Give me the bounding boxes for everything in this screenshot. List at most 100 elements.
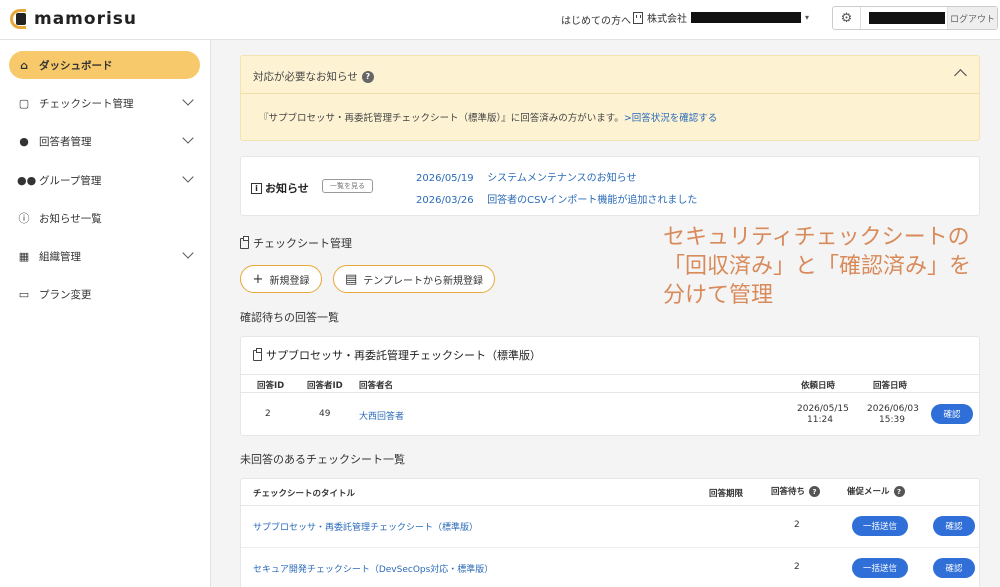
column-header: 回答期限 xyxy=(709,489,744,499)
info-icon: ⓘ xyxy=(18,212,30,225)
view-all-button[interactable]: 一覧を見る xyxy=(322,179,373,193)
app-logo[interactable]: mamorisu xyxy=(8,6,137,32)
sidebar-item-label: お知らせ一覧 xyxy=(39,212,102,225)
sidebar-item-groups[interactable]: ●● グループ管理 xyxy=(9,166,200,194)
sidebar-item-dashboard[interactable]: ⌂ ダッシュボード xyxy=(9,51,200,79)
sidebar-item-news[interactable]: ⓘ お知らせ一覧 xyxy=(9,204,200,232)
news-card: i お知らせ 一覧を見る 2026/05/19 システムメンテナンスのお知らせ … xyxy=(240,156,980,216)
sidebar-item-checksheet[interactable]: ▢ チェックシート管理 xyxy=(9,89,200,117)
news-date: 2026/03/26 xyxy=(416,195,474,206)
waiting-count: 2 xyxy=(794,562,800,572)
chevron-up-icon[interactable] xyxy=(954,69,967,82)
table-row: セキュア開発チェックシート（DevSecOps対応・標準版） 2 一括送信 確認 xyxy=(241,548,979,587)
overlay-line: セキュリティチェックシートの xyxy=(663,225,970,250)
top-bar: mamorisu はじめての方へ 株式会社 ▾ ⚙ ログアウト xyxy=(0,0,1000,40)
confirm-card: サプブロセッサ・再委託管理チェックシート（標準版） 回答ID 回答者ID 回答者… xyxy=(240,336,980,436)
sidebar: ⌂ ダッシュボード ▢ チェックシート管理 ● 回答者管理 ●● グループ管理 … xyxy=(0,40,211,587)
chevron-down-icon xyxy=(182,132,194,144)
bulk-send-button[interactable]: 一括送信 xyxy=(852,516,908,536)
overlay-caption: セキュリティチェックシートの 「回収済み」と「確認済み」を 分けて管理 xyxy=(663,223,998,310)
column-header-reminder: 催促メール? xyxy=(847,485,905,497)
column-header-waiting: 回答待ち? xyxy=(771,485,821,497)
confirm-button[interactable]: 確認 xyxy=(931,404,973,424)
plus-icon: + xyxy=(252,271,264,287)
user-box: ⚙ ログアウト xyxy=(832,6,998,30)
overlay-line: 分けて管理 xyxy=(663,283,774,308)
overlay-line: 「回収済み」と「確認済み」を xyxy=(663,254,972,279)
sidebar-item-label: ダッシュボード xyxy=(39,59,113,72)
confirm-button[interactable]: 確認 xyxy=(933,516,975,536)
checksheet-title-link[interactable]: サプブロセッサ・再委託管理チェックシート（標準版） xyxy=(253,520,478,533)
respondent-id: 49 xyxy=(319,409,331,419)
chevron-down-icon xyxy=(182,171,194,183)
logo-mark-icon xyxy=(8,7,30,31)
template-button-label: テンプレートから新規登録 xyxy=(363,275,483,287)
confirm-list-title: 確認待ちの回答一覧 xyxy=(240,311,339,324)
help-icon[interactable]: ? xyxy=(809,486,821,497)
help-icon[interactable]: ? xyxy=(893,486,905,497)
column-header: 回答日時 xyxy=(873,381,908,391)
required-notice: 対応が必要なお知らせ ? 『サプブロセッサ・再委託管理チェックシート（標準版）』… xyxy=(240,55,980,141)
news-title-text: お知らせ xyxy=(265,182,309,195)
template-icon: ▤ xyxy=(345,271,358,287)
notice-link[interactable]: >回答状況を確認する xyxy=(624,113,717,124)
news-date: 2026/05/19 xyxy=(416,173,474,184)
table-header: チェックシートのタイトル 回答期限 回答待ち? 催促メール? xyxy=(241,479,979,506)
column-header: 催促メール xyxy=(847,487,890,497)
sidebar-item-respondents[interactable]: ● 回答者管理 xyxy=(9,127,200,155)
checksheet-title-link[interactable]: セキュア開発チェックシート（DevSecOps対応・標準版） xyxy=(253,562,493,575)
notice-body: 『サプブロセッサ・再委託管理チェックシート（標準版）』に回答済みの方がいます。>… xyxy=(259,110,717,124)
section-title-text: チェックシート管理 xyxy=(253,237,352,250)
redacted-user-name xyxy=(869,12,945,24)
sidebar-item-plan[interactable]: ▭ プラン変更 xyxy=(9,280,200,308)
company-selector[interactable]: 株式会社 ▾ xyxy=(633,10,809,25)
chevron-down-icon xyxy=(182,94,194,106)
clipboard-icon: ▢ xyxy=(18,96,30,110)
help-icon[interactable]: ? xyxy=(361,70,374,83)
table-header: 回答ID 回答者ID 回答者名 依頼日時 回答日時 xyxy=(241,374,979,393)
news-text: システムメンテナンスのお知らせ xyxy=(487,173,637,184)
info-icon: i xyxy=(251,182,262,194)
notice-title: 対応が必要なお知らせ xyxy=(253,71,358,83)
news-title: i お知らせ xyxy=(251,180,309,196)
confirm-card-title-text: サプブロセッサ・再委託管理チェックシート（標準版） xyxy=(266,349,541,362)
person-icon: ● xyxy=(19,134,29,148)
answered-date: 2026/06/03 xyxy=(867,404,919,414)
column-header: 回答者ID xyxy=(307,381,343,391)
chevron-down-icon xyxy=(182,247,194,259)
bulk-send-button[interactable]: 一括送信 xyxy=(852,558,908,578)
confirm-card-title: サプブロセッサ・再委託管理チェックシート（標準版） xyxy=(253,347,541,363)
column-header: 回答ID xyxy=(257,381,285,391)
news-text: 回答者のCSVインポート機能が追加されました xyxy=(487,195,698,206)
logout-button[interactable]: ログアウト xyxy=(947,7,997,29)
clipboard-icon xyxy=(240,235,249,249)
notice-message: 『サプブロセッサ・再委託管理チェックシート（標準版）』に回答済みの方がいます。 xyxy=(259,113,624,124)
group-icon: ●● xyxy=(17,173,37,187)
confirm-button[interactable]: 確認 xyxy=(933,558,975,578)
new-button-label: 新規登録 xyxy=(269,275,310,287)
template-new-button[interactable]: ▤ テンプレートから新規登録 xyxy=(333,265,495,293)
requested-date: 2026/05/15 xyxy=(797,404,849,414)
sidebar-item-label: 組織管理 xyxy=(39,250,81,263)
building-icon: ▦ xyxy=(18,249,30,263)
clipboard-icon xyxy=(253,347,262,361)
sidebar-item-label: グループ管理 xyxy=(39,174,102,187)
table-row: サプブロセッサ・再委託管理チェックシート（標準版） 2 一括送信 確認 xyxy=(241,506,979,548)
notice-header: 対応が必要なお知らせ ? xyxy=(253,69,374,84)
first-time-link[interactable]: はじめての方へ xyxy=(561,12,631,27)
gear-icon[interactable]: ⚙ xyxy=(833,7,861,29)
sidebar-item-organization[interactable]: ▦ 組織管理 xyxy=(9,242,200,270)
sidebar-item-label: 回答者管理 xyxy=(39,135,92,148)
new-button[interactable]: + 新規登録 xyxy=(240,265,322,293)
column-header: 依頼日時 xyxy=(801,381,836,391)
checksheet-section-title: チェックシート管理 xyxy=(240,235,352,251)
answer-id: 2 xyxy=(265,409,271,419)
column-header: 回答待ち xyxy=(771,487,806,497)
logo-text: mamorisu xyxy=(34,9,138,29)
news-item[interactable]: 2026/03/26 回答者のCSVインポート機能が追加されました xyxy=(416,191,697,206)
news-item[interactable]: 2026/05/19 システムメンテナンスのお知らせ xyxy=(416,169,637,184)
respondent-name-link[interactable]: 大西回答者 xyxy=(359,409,404,422)
pending-list-title: 未回答のあるチェックシート一覧 xyxy=(240,453,405,466)
redacted-company-name xyxy=(691,12,801,23)
requested-time: 11:24 xyxy=(807,415,833,425)
